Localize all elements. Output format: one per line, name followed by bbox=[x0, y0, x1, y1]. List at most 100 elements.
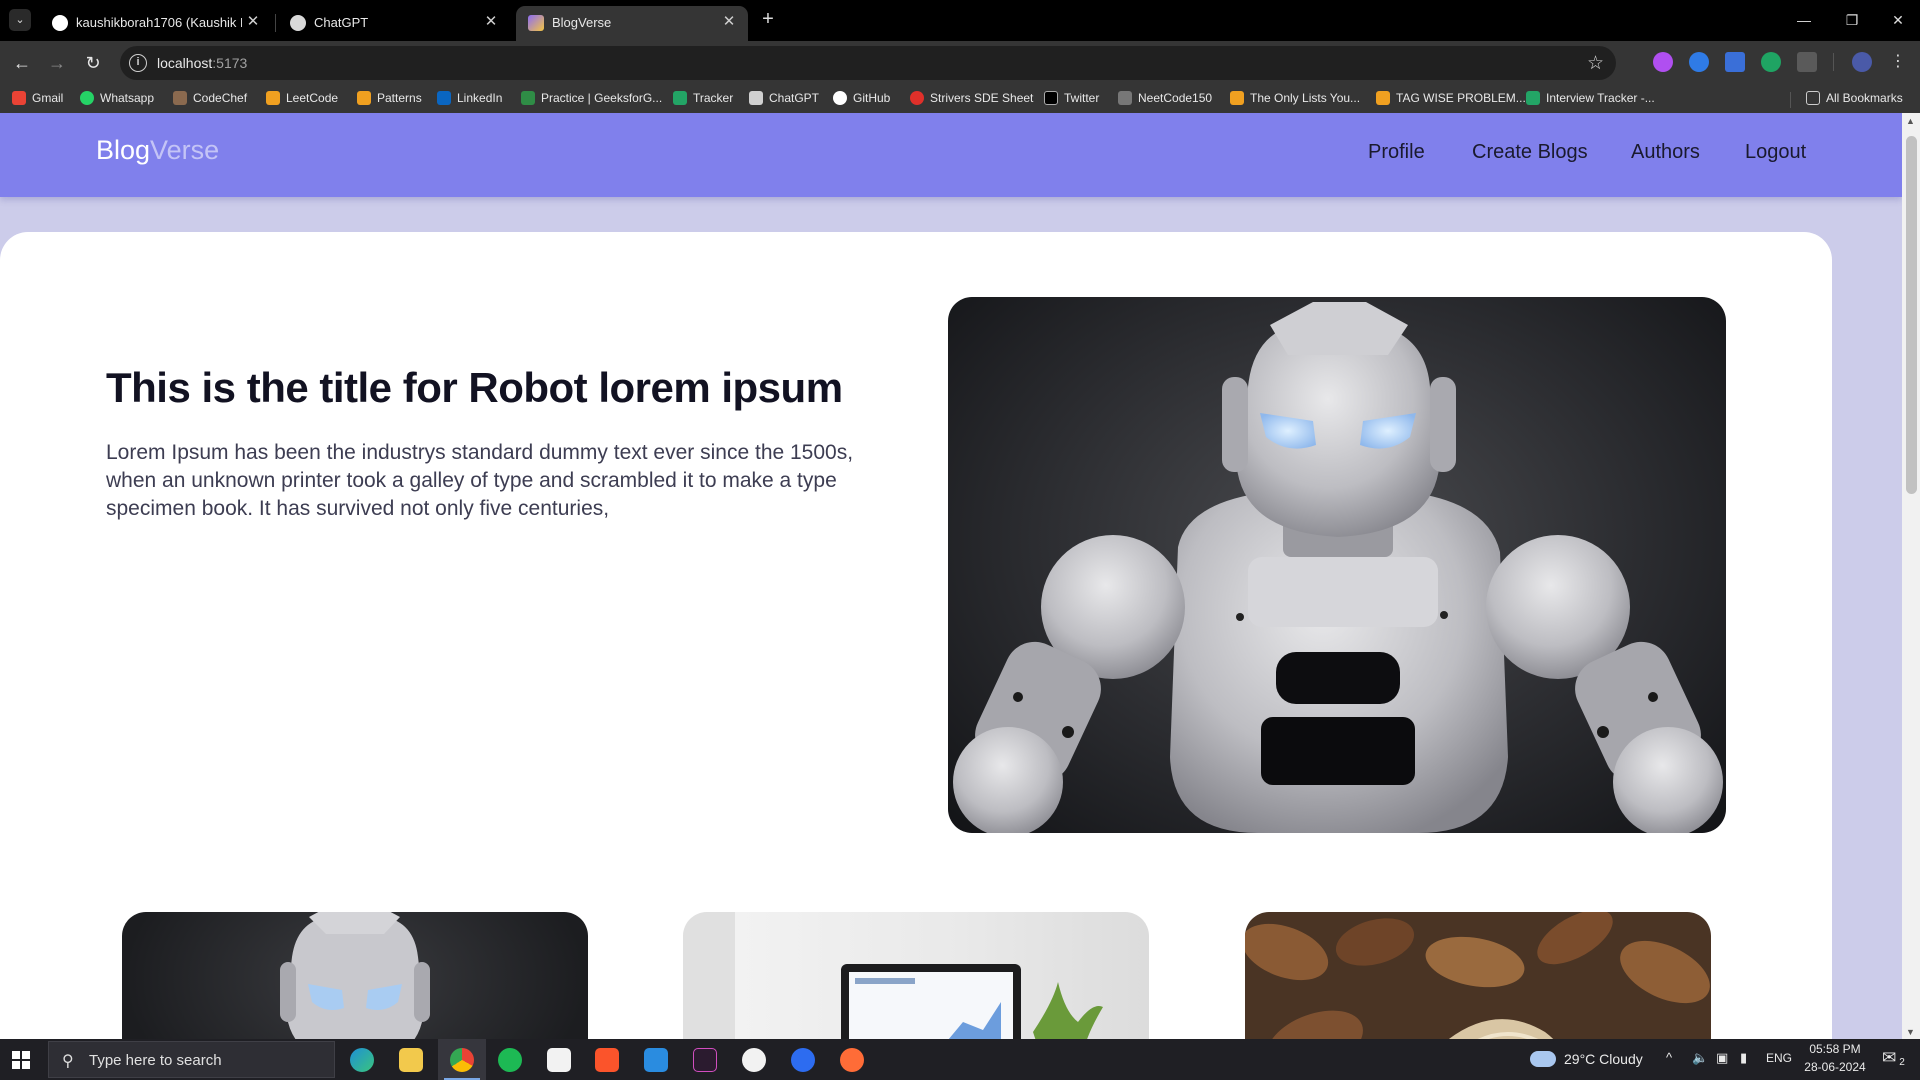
tab-blogverse[interactable]: BlogVerse ✕ bbox=[516, 6, 748, 41]
bookmark-tracker[interactable]: Tracker bbox=[673, 91, 733, 109]
chrome-icon[interactable] bbox=[450, 1048, 474, 1072]
windows-taskbar: ⚲ Type here to search 29°C Cloudy ^ 🔈 ▣ … bbox=[0, 1039, 1920, 1080]
vite-icon bbox=[528, 15, 544, 31]
folder-icon bbox=[1806, 91, 1820, 105]
extension-icon[interactable] bbox=[1653, 52, 1673, 72]
bookmark-whatsapp[interactable]: Whatsapp bbox=[80, 91, 154, 109]
reload-icon[interactable]: ↻ bbox=[81, 51, 105, 75]
profile-avatar[interactable] bbox=[1852, 52, 1872, 72]
tab-title: ChatGPT bbox=[314, 15, 369, 30]
hero-robot-image[interactable] bbox=[948, 297, 1726, 833]
scroll-up-arrow-icon[interactable]: ▲ bbox=[1906, 116, 1915, 126]
bookmark-geeksforgeeks[interactable]: Practice | GeeksforG... bbox=[521, 91, 662, 109]
file-explorer-icon[interactable] bbox=[399, 1048, 423, 1072]
bookmark-codechef[interactable]: CodeChef bbox=[173, 91, 247, 109]
spotify-icon[interactable] bbox=[498, 1048, 522, 1072]
windows-start-icon[interactable] bbox=[12, 1051, 30, 1069]
back-arrow-icon[interactable]: ← bbox=[10, 51, 34, 75]
postman-icon[interactable] bbox=[840, 1048, 864, 1072]
tab-search-chevron-icon[interactable]: ⌄ bbox=[9, 9, 31, 31]
blog-card-leaves-image[interactable] bbox=[1245, 912, 1711, 1039]
bookmark-gmail[interactable]: Gmail bbox=[12, 91, 63, 109]
brave-icon[interactable] bbox=[595, 1048, 619, 1072]
minimize-button[interactable]: — bbox=[1784, 8, 1824, 32]
github-icon bbox=[833, 91, 847, 105]
battery-icon[interactable]: ▮ bbox=[1740, 1050, 1747, 1066]
scrollbar-thumb[interactable] bbox=[1906, 136, 1917, 494]
bookmark-neetcode[interactable]: NeetCode150 bbox=[1118, 91, 1212, 109]
bookmark-lists[interactable]: The Only Lists You... bbox=[1230, 91, 1360, 109]
extension-icon[interactable] bbox=[1725, 52, 1745, 72]
site-info-icon[interactable]: i bbox=[129, 54, 147, 72]
bookmark-twitter[interactable]: Twitter bbox=[1044, 91, 1099, 109]
laptop-thumbnail bbox=[683, 912, 1103, 1039]
close-icon[interactable]: ✕ bbox=[720, 13, 738, 31]
bookmark-strivers[interactable]: Strivers SDE Sheet bbox=[910, 91, 1033, 109]
nav-authors[interactable]: Authors bbox=[1631, 141, 1700, 164]
language-indicator[interactable]: ENG bbox=[1766, 1051, 1792, 1065]
taskbar-search[interactable]: ⚲ Type here to search bbox=[48, 1041, 335, 1078]
page-viewport: BlogVerse Profile Create Blogs Authors L… bbox=[0, 113, 1902, 1039]
grammarly-icon[interactable] bbox=[1761, 52, 1781, 72]
edge-icon[interactable] bbox=[350, 1048, 374, 1072]
clock-date[interactable]: 28-06-2024 bbox=[1796, 1060, 1874, 1074]
tuf-icon bbox=[910, 91, 924, 105]
terminal-icon[interactable] bbox=[693, 1048, 717, 1072]
codechef-icon bbox=[173, 91, 187, 105]
geeksforgeeks-icon bbox=[521, 91, 535, 105]
chatgpt-icon bbox=[290, 15, 306, 31]
close-icon[interactable]: ✕ bbox=[244, 13, 262, 31]
network-icon[interactable]: ▣ bbox=[1716, 1050, 1728, 1066]
clock-time[interactable]: 05:58 PM bbox=[1796, 1042, 1874, 1056]
tab-title: BlogVerse bbox=[552, 15, 612, 30]
tab-chatgpt[interactable]: ChatGPT ✕ bbox=[278, 6, 510, 41]
scroll-down-arrow-icon[interactable]: ▼ bbox=[1906, 1027, 1915, 1037]
site-navbar: BlogVerse Profile Create Blogs Authors L… bbox=[0, 113, 1902, 197]
tray-overflow-chevron-icon[interactable]: ^ bbox=[1666, 1050, 1672, 1065]
page-scrollbar[interactable]: ▲ ▼ bbox=[1902, 113, 1920, 1039]
nav-logout[interactable]: Logout bbox=[1745, 141, 1806, 164]
notion-icon[interactable] bbox=[547, 1048, 571, 1072]
x-icon bbox=[1044, 91, 1058, 105]
browser-toolbar: ← → ↻ i localhost:5173 ☆ bbox=[0, 41, 1920, 86]
leetcode-icon bbox=[266, 91, 280, 105]
whatsapp-icon bbox=[80, 91, 94, 105]
bookmark-linkedin[interactable]: LinkedIn bbox=[437, 91, 502, 109]
menu-kebab-icon[interactable]: ⋮ bbox=[1888, 52, 1908, 72]
bookmark-github[interactable]: GitHub bbox=[833, 91, 890, 109]
zoom-icon[interactable] bbox=[791, 1048, 815, 1072]
site-logo[interactable]: BlogVerse bbox=[96, 135, 219, 166]
extensions-puzzle-icon[interactable] bbox=[1797, 52, 1817, 72]
search-icon: ⚲ bbox=[62, 1053, 74, 1070]
bookmark-patterns[interactable]: Patterns bbox=[357, 91, 422, 109]
cloudy-weather-icon[interactable] bbox=[1530, 1051, 1556, 1067]
address-bar[interactable]: i localhost:5173 ☆ bbox=[120, 46, 1616, 80]
leetcode-icon bbox=[1376, 91, 1390, 105]
nav-create-blogs[interactable]: Create Blogs bbox=[1472, 141, 1588, 164]
new-tab-button[interactable]: + bbox=[757, 9, 779, 31]
gmail-icon bbox=[12, 91, 26, 105]
restore-button[interactable]: ❐ bbox=[1832, 8, 1872, 32]
blog-card-laptop-image[interactable] bbox=[683, 912, 1149, 1039]
close-icon[interactable]: ✕ bbox=[482, 13, 500, 31]
all-bookmarks[interactable]: All Bookmarks bbox=[1806, 91, 1903, 109]
bookmark-star-icon[interactable]: ☆ bbox=[1587, 52, 1604, 75]
tab-github[interactable]: kaushikborah1706 (Kaushik Bor ✕ bbox=[40, 6, 272, 41]
nav-profile[interactable]: Profile bbox=[1368, 141, 1425, 164]
bookmark-tag-wise[interactable]: TAG WISE PROBLEM... bbox=[1376, 91, 1526, 109]
bookmark-interview-tracker[interactable]: Interview Tracker -... bbox=[1526, 91, 1655, 109]
mongodb-compass-icon[interactable] bbox=[742, 1048, 766, 1072]
notification-icon[interactable]: ✉ bbox=[1882, 1048, 1896, 1068]
github-icon bbox=[52, 15, 68, 31]
close-window-button[interactable]: ✕ bbox=[1878, 8, 1918, 32]
extension-icon[interactable] bbox=[1689, 52, 1709, 72]
blog-card-robot-image[interactable] bbox=[122, 912, 588, 1039]
forward-arrow-icon[interactable]: → bbox=[45, 51, 69, 75]
volume-icon[interactable]: 🔈 bbox=[1692, 1050, 1708, 1066]
bookmarks-divider bbox=[1790, 92, 1791, 108]
bookmark-leetcode[interactable]: LeetCode bbox=[266, 91, 338, 109]
hero-title[interactable]: This is the title for Robot lorem ipsum bbox=[106, 364, 843, 412]
vscode-icon[interactable] bbox=[644, 1048, 668, 1072]
bookmark-chatgpt[interactable]: ChatGPT bbox=[749, 91, 819, 109]
weather-text[interactable]: 29°C Cloudy bbox=[1564, 1051, 1643, 1067]
